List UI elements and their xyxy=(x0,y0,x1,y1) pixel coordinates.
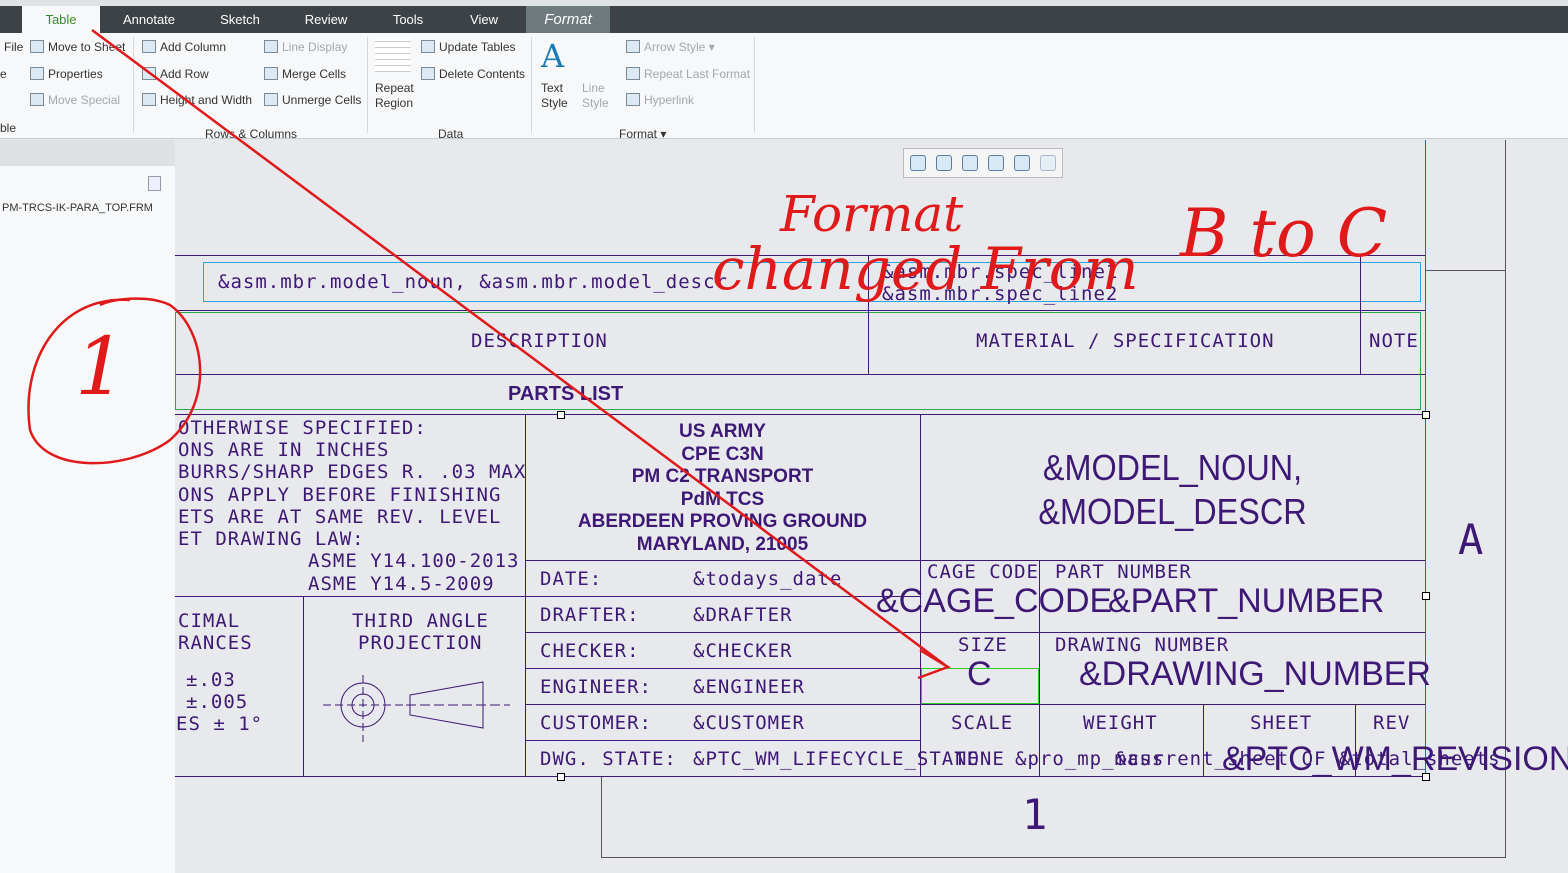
annotation-number: 1 xyxy=(75,320,126,413)
annotation-text: changed From xyxy=(712,235,1139,303)
annotation-arrow-line xyxy=(91,28,946,667)
annotation-arrow-head xyxy=(917,648,951,680)
annotation-text: B to C xyxy=(1180,195,1388,272)
red-markup xyxy=(27,28,951,680)
